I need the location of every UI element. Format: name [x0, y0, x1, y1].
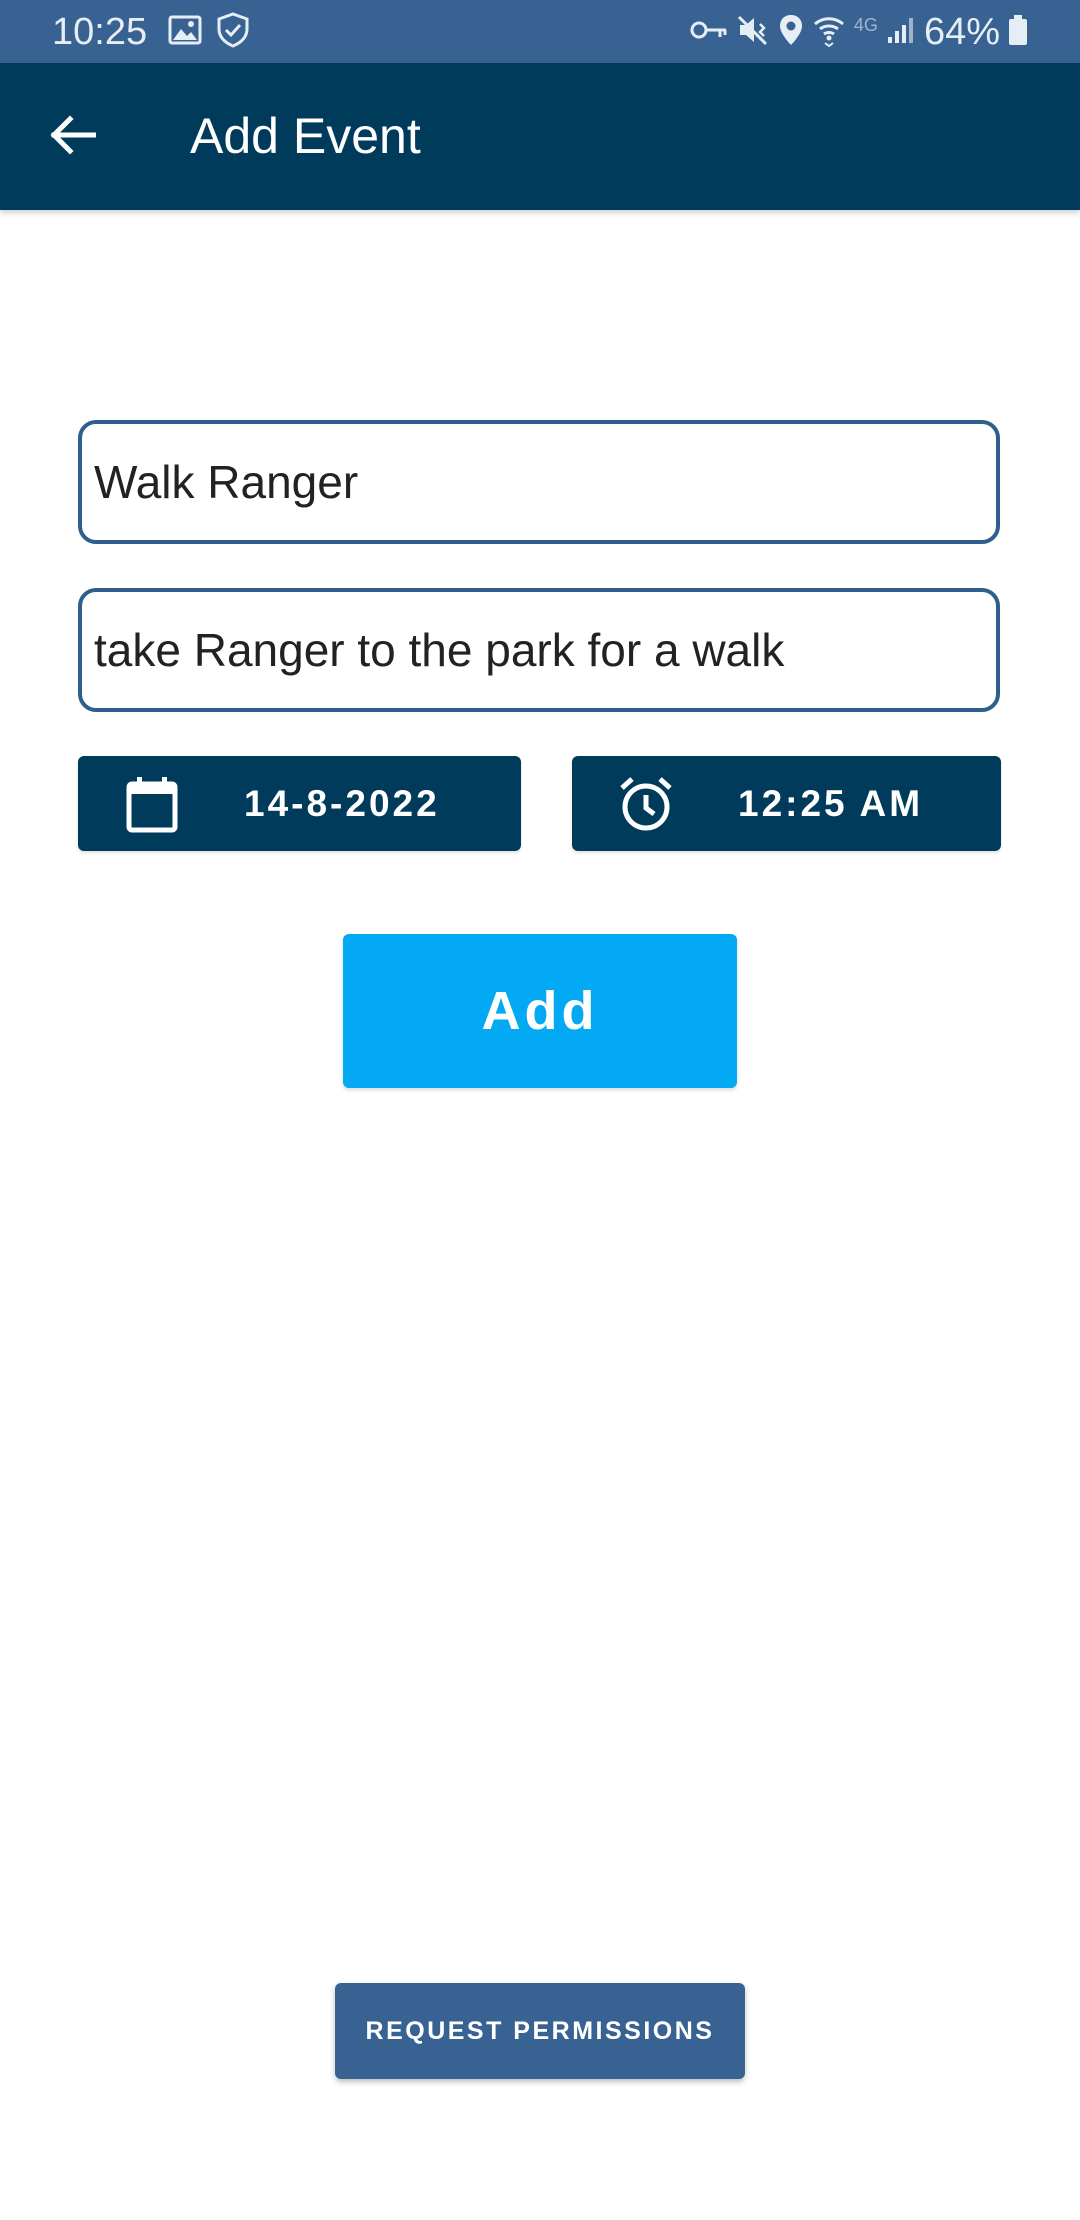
- date-label: 14-8-2022: [244, 783, 440, 824]
- calendar-icon: [122, 774, 182, 834]
- status-right-icons: 4G 64%: [690, 10, 1028, 54]
- arrow-back-icon: [48, 114, 97, 160]
- shield-check-icon: [216, 11, 250, 53]
- wifi-icon: [812, 13, 846, 52]
- page-title: Add Event: [190, 108, 421, 164]
- status-bar: 10:25 4G 64%: [0, 0, 1080, 63]
- location-icon: [778, 13, 804, 52]
- event-title-field: [78, 420, 1000, 544]
- add-button[interactable]: Add: [343, 934, 737, 1088]
- request-permissions-button[interactable]: REQUEST PERMISSIONS: [335, 1983, 745, 2079]
- status-left-icons: [168, 11, 250, 53]
- event-title-input[interactable]: [82, 424, 996, 540]
- battery-icon: [1008, 14, 1028, 51]
- mute-vibrate-icon: [736, 14, 770, 51]
- event-description-input[interactable]: [82, 592, 996, 708]
- signal-icon: [886, 15, 916, 50]
- event-description-field: [78, 588, 1000, 712]
- date-picker-button[interactable]: 14-8-2022: [78, 756, 521, 851]
- time-label: 12:25 AM: [738, 783, 924, 824]
- status-time: 10:25: [52, 11, 148, 53]
- app-bar: Add Event: [0, 63, 1080, 210]
- key-icon: [690, 18, 728, 47]
- battery-percent: 64%: [923, 11, 1000, 53]
- network-type: 4G: [853, 14, 878, 35]
- alarm-clock-icon: [616, 774, 676, 834]
- back-button[interactable]: [28, 93, 116, 181]
- time-picker-button[interactable]: 12:25 AM: [572, 756, 1001, 851]
- image-icon: [168, 15, 202, 50]
